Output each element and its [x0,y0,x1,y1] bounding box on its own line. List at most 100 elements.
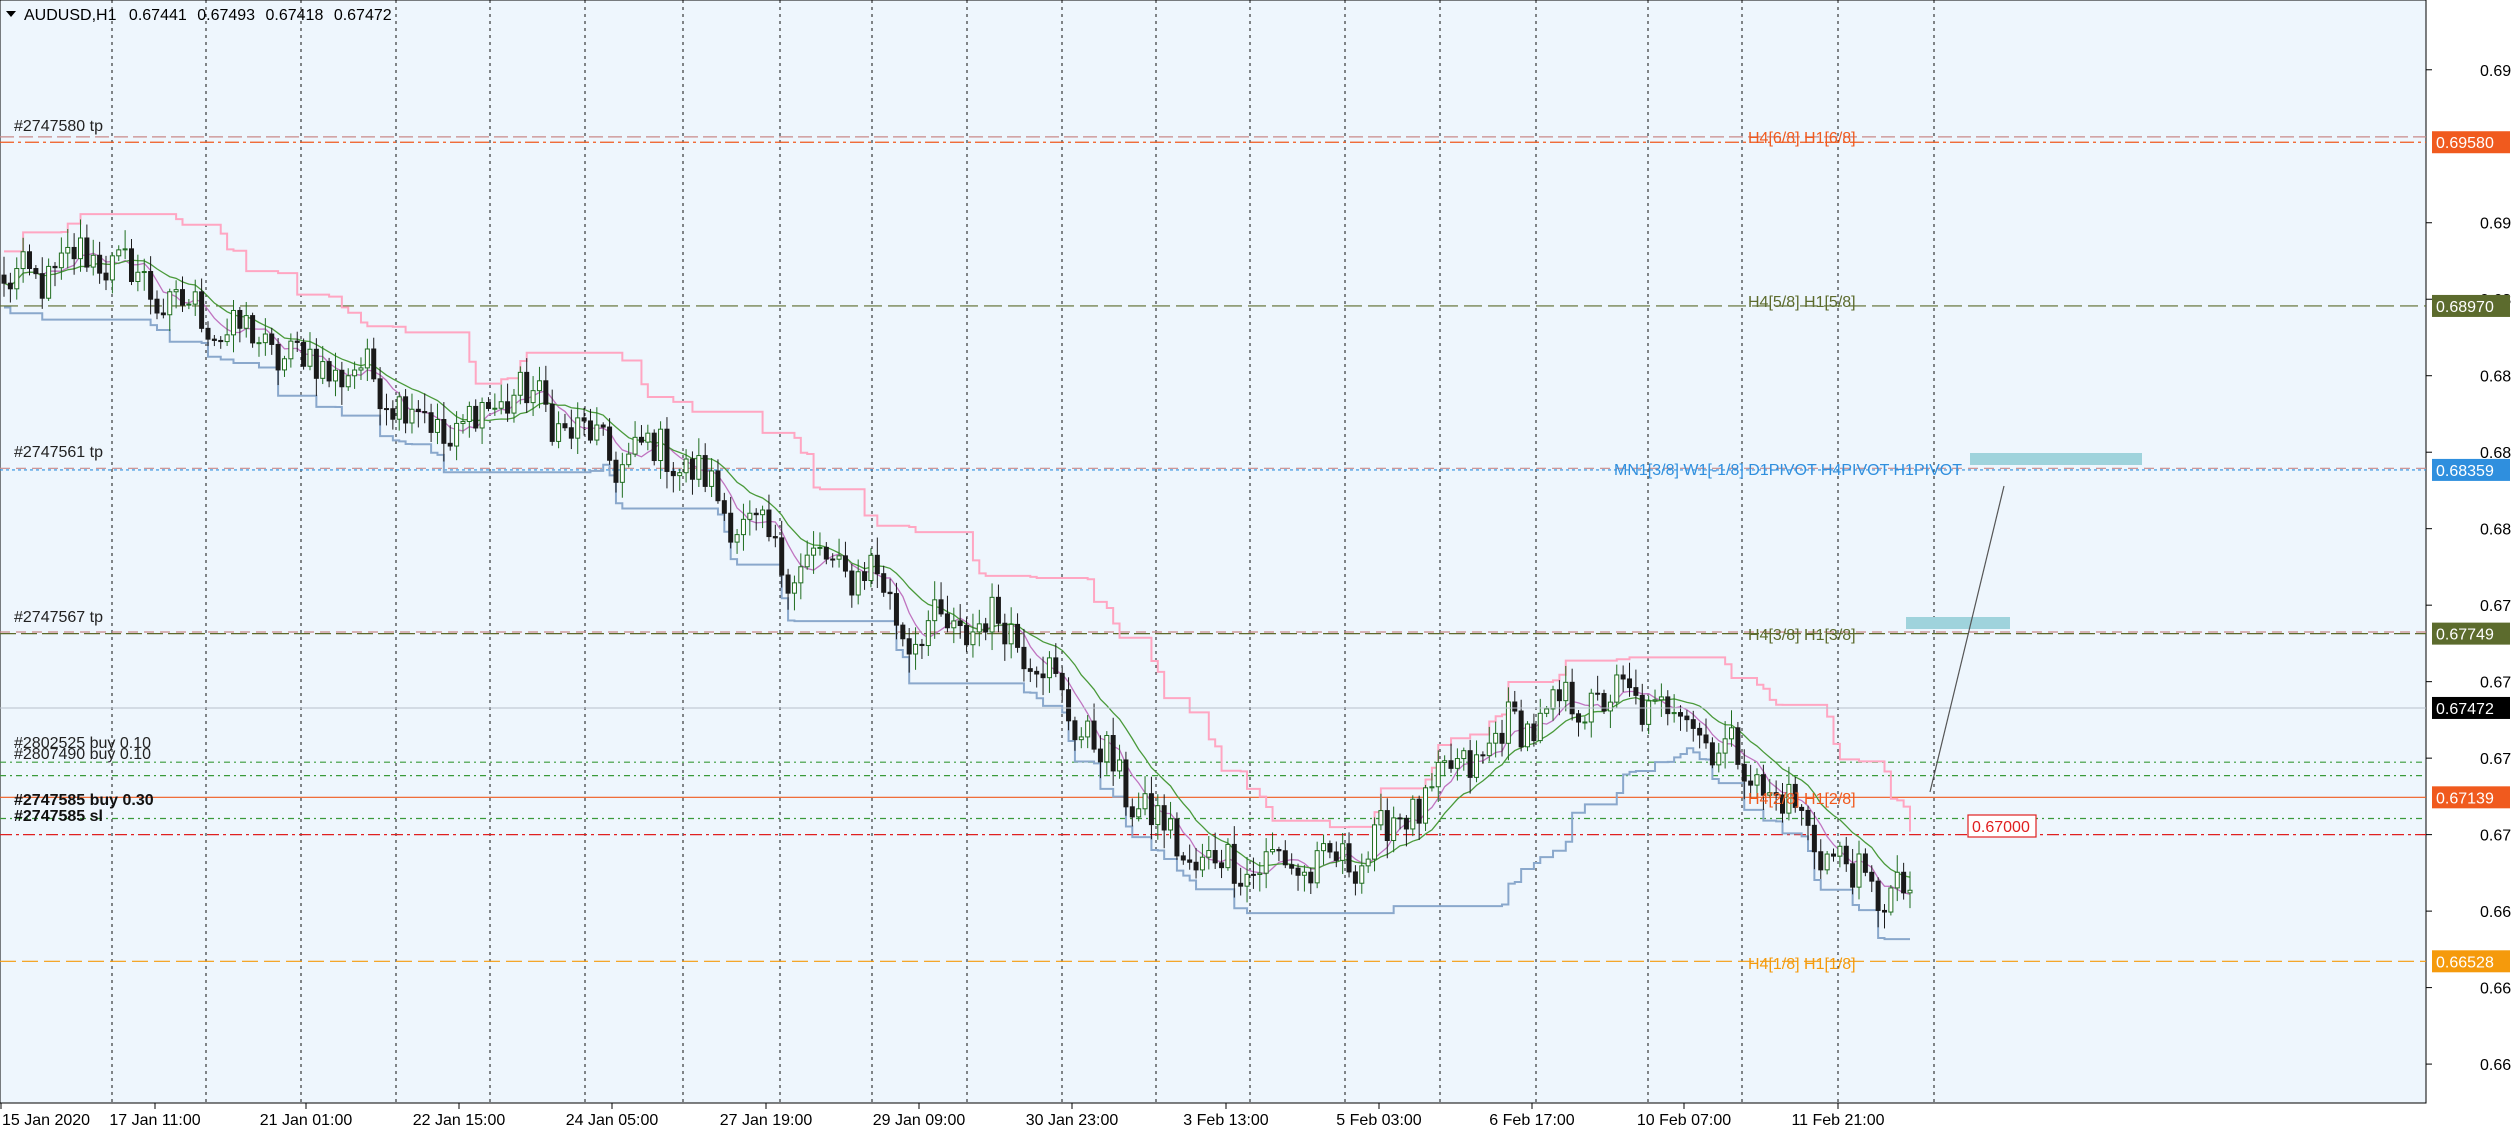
candle-body [594,424,600,441]
alert-price-tag[interactable]: 0.67000 [1967,814,2037,838]
pivot-label-mn1: MN1[3/8] W1[-1/8] D1PIVOT H4PIVOT H1PIVO… [1614,462,1962,479]
candle-body [1034,670,1040,675]
candle-body [1518,710,1524,748]
candle-body [1818,851,1824,871]
candle-body [1569,681,1575,715]
candle-body [313,348,319,379]
candle-body [1544,708,1550,714]
candle-body [192,291,198,305]
candle-body [983,623,989,633]
price-level-tag-text: 0.69580 [2436,135,2494,152]
candle-body [830,558,836,561]
candle-body [307,348,313,367]
candle-body [1486,742,1492,757]
candle-body [1270,849,1276,853]
candle-body [658,428,664,462]
order-label-2747561[interactable]: #2747561 tp [14,444,103,461]
candle-body [651,432,657,462]
candle-body [957,620,963,627]
ohlc-close: 0.67472 [334,7,392,24]
candle-body [1231,843,1237,884]
candle-body [721,500,727,514]
candle-body [753,512,759,516]
candle-body [1117,759,1123,772]
candle-body [1397,817,1403,820]
order-label-2747585-sl[interactable]: #2747585 sl [14,808,103,825]
candle-body [1378,810,1384,826]
candle-body [364,348,370,369]
candle-body [734,534,740,543]
candle-body [632,436,638,455]
candle-body [167,291,173,316]
price-tick-label: 0.68710 [2480,369,2511,386]
candle-body [1741,763,1747,782]
candle-body [1091,720,1097,750]
candle-body [20,251,26,270]
candle-body [1199,856,1205,871]
candle-body [224,334,230,343]
candle-body [339,369,345,388]
candle-body [1416,798,1422,824]
candle-body [1148,793,1154,826]
candle-body [740,518,746,536]
candle-body [1289,864,1295,869]
candle-body [1729,727,1735,740]
candle-body [1480,754,1486,757]
candle-body [919,643,925,647]
order-label-2747585-buy[interactable]: #2747585 buy 0.30 [14,792,154,809]
candle-body [33,268,39,275]
price-tick-label: 0.67855 [2480,598,2511,615]
candle-body [868,554,874,582]
candle-body [728,512,734,543]
candle-body [1085,720,1091,738]
price-tick-label: 0.67570 [2480,675,2511,692]
candle-body [1059,672,1065,691]
candle-body [626,453,632,466]
candle-body [1474,754,1480,778]
order-label-2807490[interactable]: #2807490 buy 0.10 [14,746,151,763]
candle-body [1142,793,1148,810]
price-tick-label: 0.69280 [2480,216,2511,233]
candle-body [1454,758,1460,769]
candle-body [1512,701,1518,712]
candle-body [1053,657,1059,674]
candle-body [1257,872,1263,875]
candle-body [1716,752,1722,766]
time-tick-label: 5 Feb 03:00 [1336,1112,1422,1129]
candle-body [900,624,906,640]
candle-body [1837,845,1843,857]
candle-body [1907,889,1913,894]
candle-body [517,371,523,396]
candle-body [415,408,421,413]
pivot-zone-marker [1906,617,2010,629]
plot-area[interactable] [0,0,2427,1104]
candle-body [1295,867,1301,876]
candle-body [696,455,702,480]
candle-body [205,327,211,340]
candle-body [505,401,511,414]
candle-body [989,596,995,633]
chart-window[interactable]: H4[6/8] H1[6/8] H4[5/8] H1[5/8] MN1[3/8]… [0,0,2511,1133]
time-tick-label: 11 Feb 21:00 [1791,1112,1884,1129]
price-level-tag-text: 0.67139 [2436,790,2494,807]
order-label-2747580[interactable]: #2747580 tp [14,118,103,135]
candle-body [1206,850,1212,858]
candle-body [447,442,453,447]
candle-body [811,547,817,556]
candle-body [1856,853,1862,888]
candle-body [638,436,644,443]
candle-body [109,255,115,281]
candle-body [1168,818,1174,831]
candle-body [326,361,332,382]
candle-body [77,237,83,260]
order-label-2747567[interactable]: #2747567 tp [14,609,103,626]
candle-body [396,396,402,420]
time-tick-label: 29 Jan 09:00 [873,1112,966,1129]
candle-body [473,405,479,429]
candle-body [250,315,256,344]
candle-body [1576,713,1582,723]
svg-text:0.67000: 0.67000 [1972,819,2030,836]
candle-body [607,426,613,461]
candle-body [71,246,77,260]
candle-body [932,599,938,622]
